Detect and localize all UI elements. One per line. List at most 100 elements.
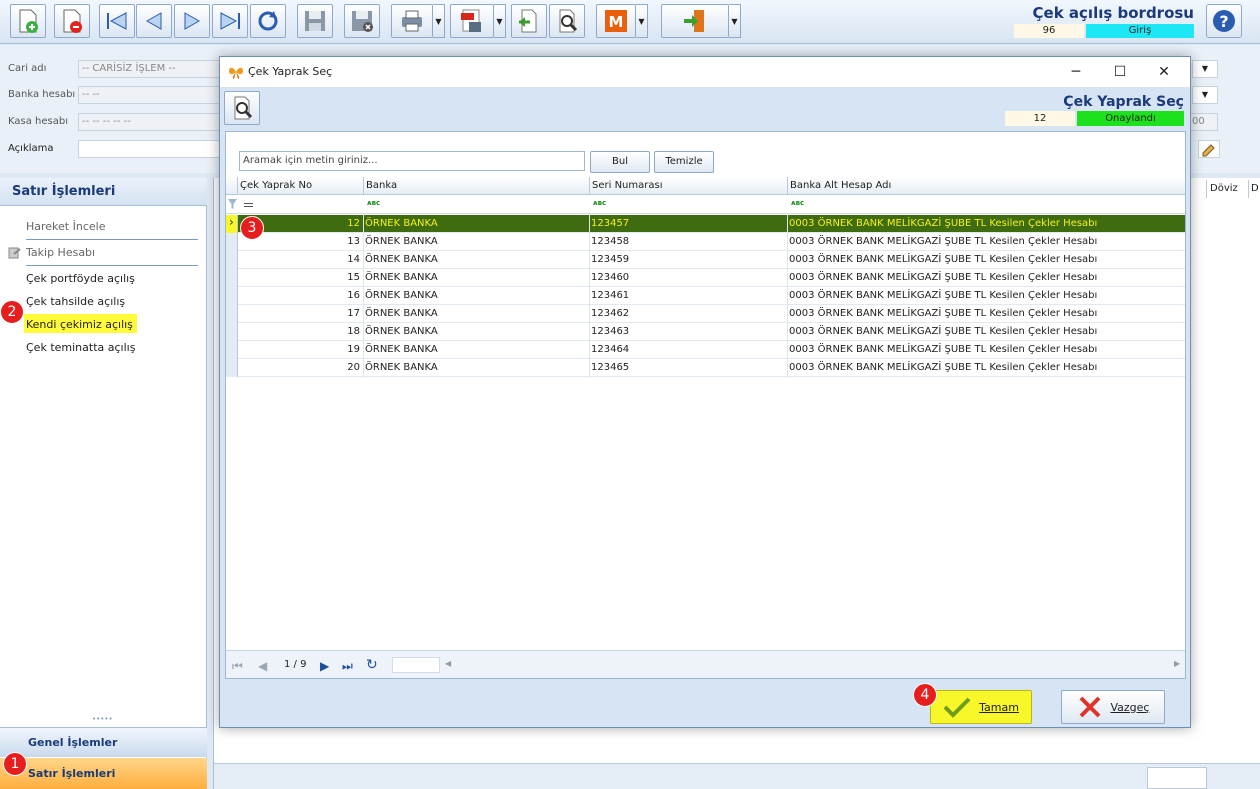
equals-filter-icon[interactable] <box>244 203 253 207</box>
cell-cek-yaprak-no: 18 <box>347 326 360 337</box>
column-divider <box>363 215 364 233</box>
edit-note-icon[interactable] <box>1198 140 1220 158</box>
aciklama-field[interactable] <box>78 140 228 158</box>
previous-page-icon[interactable]: ◀ <box>258 659 267 673</box>
banka-filter-icon[interactable]: ᴀʙc <box>367 199 380 207</box>
first-record-icon[interactable] <box>99 4 135 38</box>
step-badge-3: 3 <box>240 216 264 240</box>
page-size-field[interactable] <box>392 657 440 673</box>
cell-seri-numarasi: 123465 <box>591 362 630 373</box>
refresh-icon[interactable] <box>250 4 286 38</box>
row-indicator[interactable] <box>226 305 238 323</box>
kasa-field[interactable]: -- -- -- -- -- <box>78 113 228 131</box>
exit-dropdown-icon[interactable]: ▼ <box>729 4 741 38</box>
row-indicator[interactable] <box>226 287 238 305</box>
row-indicator[interactable]: › <box>226 215 238 233</box>
kasa-right-field[interactable]: 00 <box>1190 113 1218 131</box>
cell-banka: ÖRNEK BANKA <box>365 290 438 301</box>
refresh-grid-icon[interactable]: ↻ <box>366 657 378 673</box>
next-record-icon[interactable] <box>174 4 210 38</box>
table-row[interactable]: 19 ÖRNEK BANKA 123464 0003 ÖRNEK BANK MELİK… <box>226 341 1185 359</box>
table-row[interactable]: 15 ÖRNEK BANKA 123460 0003 ÖRNEK BANK MELİK… <box>226 269 1185 287</box>
search-input[interactable]: Aramak için metin giriniz... <box>239 151 585 171</box>
grid-column-doviz[interactable]: Döviz <box>1206 180 1246 198</box>
cell-cek-yaprak-no: 16 <box>347 290 360 301</box>
new-document-icon[interactable] <box>10 4 46 38</box>
ok-button[interactable]: Tamam <box>930 690 1032 724</box>
table-row[interactable]: 16 ÖRNEK BANKA 123461 0003 ÖRNEK BANK MELİK… <box>226 287 1185 305</box>
column-divider <box>787 287 788 305</box>
table-row[interactable]: 20 ÖRNEK BANKA 123465 0003 ÖRNEK BANK MELİK… <box>226 359 1185 377</box>
column-header-cek-yaprak-no[interactable]: Çek Yaprak No <box>237 177 363 195</box>
menu-item-takip-hesabi[interactable]: Takip Hesabı <box>26 246 95 259</box>
import-icon[interactable] <box>511 4 547 38</box>
table-row[interactable]: 14 ÖRNEK BANKA 123459 0003 ÖRNEK BANK MELİK… <box>226 251 1185 269</box>
left-panel: Satır İşlemleri Hareket İncele Takip Hes… <box>0 178 207 789</box>
table-row[interactable]: › 12 ÖRNEK BANKA 123457 0003 ÖRNEK BANK MELİ… <box>226 215 1185 233</box>
nav-genel-islemler[interactable]: Genel İşlemler <box>0 727 207 757</box>
panel-splitter-grip[interactable]: ••••• <box>92 715 113 723</box>
step-badge-2: 2 <box>0 300 24 324</box>
nav-satir-islemleri[interactable]: Satır İşlemleri <box>0 758 207 789</box>
print-icon[interactable] <box>391 4 433 38</box>
banka-dropdown-icon[interactable]: ▼ <box>1192 86 1218 104</box>
cell-banka-alt-hesap-adi: 0003 ÖRNEK BANK MELİKGAZİ ŞUBE TL Kesile… <box>789 308 1098 319</box>
save-close-icon[interactable] <box>344 4 380 38</box>
row-indicator[interactable] <box>226 269 238 287</box>
close-icon[interactable]: ✕ <box>1142 61 1186 83</box>
table-row[interactable]: 17 ÖRNEK BANKA 123462 0003 ÖRNEK BANK MELİK… <box>226 305 1185 323</box>
search-tool-icon[interactable] <box>549 4 585 38</box>
row-indicator[interactable] <box>226 323 238 341</box>
banka-field[interactable]: -- -- <box>78 86 228 104</box>
menu-item-cek-teminatta-acilis[interactable]: Çek teminatta açılış <box>26 341 135 354</box>
row-indicator[interactable] <box>226 341 238 359</box>
menu-item-cek-tahsilde-acilis[interactable]: Çek tahsilde açılış <box>26 295 125 308</box>
print-dropdown-icon[interactable]: ▼ <box>433 4 445 38</box>
seri-filter-icon[interactable]: ᴀʙc <box>593 199 606 207</box>
help-icon[interactable]: ? <box>1206 4 1242 38</box>
first-page-icon[interactable]: ⏮ <box>232 659 243 674</box>
column-divider <box>589 323 590 341</box>
last-page-icon[interactable]: ⏭ <box>342 659 353 674</box>
m-dropdown-icon[interactable]: ▼ <box>636 4 648 38</box>
row-indicator[interactable] <box>226 359 238 377</box>
menu-item-kendi-cekimiz-acilis[interactable]: Kendi çekimiz açılış <box>26 318 133 331</box>
next-page-icon[interactable]: ▶ <box>320 659 329 673</box>
aciklama-label: Açıklama <box>8 143 54 154</box>
cari-field[interactable]: -- CARİSİZ İŞLEM -- <box>78 60 228 78</box>
scroll-left-icon[interactable]: ◀ <box>445 659 451 668</box>
table-row[interactable]: 13 ÖRNEK BANKA 123458 0003 ÖRNEK BANK MELİK… <box>226 233 1185 251</box>
alt-hesap-filter-icon[interactable]: ᴀʙc <box>791 199 804 207</box>
grid-header: Çek Yaprak No Banka Seri Numarası Banka … <box>226 177 1185 195</box>
menu-item-hareket-incele[interactable]: Hareket İncele <box>26 220 105 233</box>
cell-banka-alt-hesap-adi: 0003 ÖRNEK BANK MELİKGAZİ ŞUBE TL Kesile… <box>789 272 1098 283</box>
row-indicator[interactable] <box>226 251 238 269</box>
column-header-banka-alt-hesap-adi[interactable]: Banka Alt Hesap Adı <box>787 177 1185 195</box>
cell-banka-alt-hesap-adi: 0003 ÖRNEK BANK MELİKGAZİ ŞUBE TL Kesile… <box>789 218 1098 229</box>
menu-item-cek-portfoyde-acilis[interactable]: Çek portföyde açılış <box>26 272 135 285</box>
minimize-icon[interactable]: ─ <box>1054 61 1098 83</box>
scroll-right-icon[interactable]: ▶ <box>1174 659 1180 668</box>
find-button[interactable]: Bul <box>590 151 650 173</box>
delete-document-icon[interactable] <box>54 4 90 38</box>
column-header-banka[interactable]: Banka <box>363 177 589 195</box>
exit-icon[interactable] <box>661 4 729 38</box>
dialog-titlebar[interactable]: Çek Yaprak Seç ─ ☐ ✕ <box>220 57 1190 87</box>
last-record-icon[interactable] <box>212 4 248 38</box>
dialog-search-tool-icon[interactable] <box>224 91 260 125</box>
column-header-seri-numarasi[interactable]: Seri Numarası <box>589 177 787 195</box>
m-icon[interactable]: M <box>596 4 636 38</box>
table-row[interactable]: 18 ÖRNEK BANKA 123463 0003 ÖRNEK BANK MELİK… <box>226 323 1185 341</box>
cell-banka: ÖRNEK BANKA <box>365 362 438 373</box>
grid-column-d[interactable]: D <box>1248 180 1260 198</box>
save-icon[interactable] <box>297 4 333 38</box>
filter-funnel-icon[interactable] <box>228 199 237 209</box>
previous-record-icon[interactable] <box>136 4 172 38</box>
pdf-icon[interactable] <box>450 4 494 38</box>
cancel-button[interactable]: Vazgeç <box>1061 690 1165 724</box>
clear-button[interactable]: Temizle <box>654 151 714 173</box>
maximize-icon[interactable]: ☐ <box>1098 61 1142 83</box>
pdf-dropdown-icon[interactable]: ▼ <box>494 4 506 38</box>
cari-dropdown-icon[interactable]: ▼ <box>1192 60 1218 78</box>
row-indicator[interactable] <box>226 233 238 251</box>
